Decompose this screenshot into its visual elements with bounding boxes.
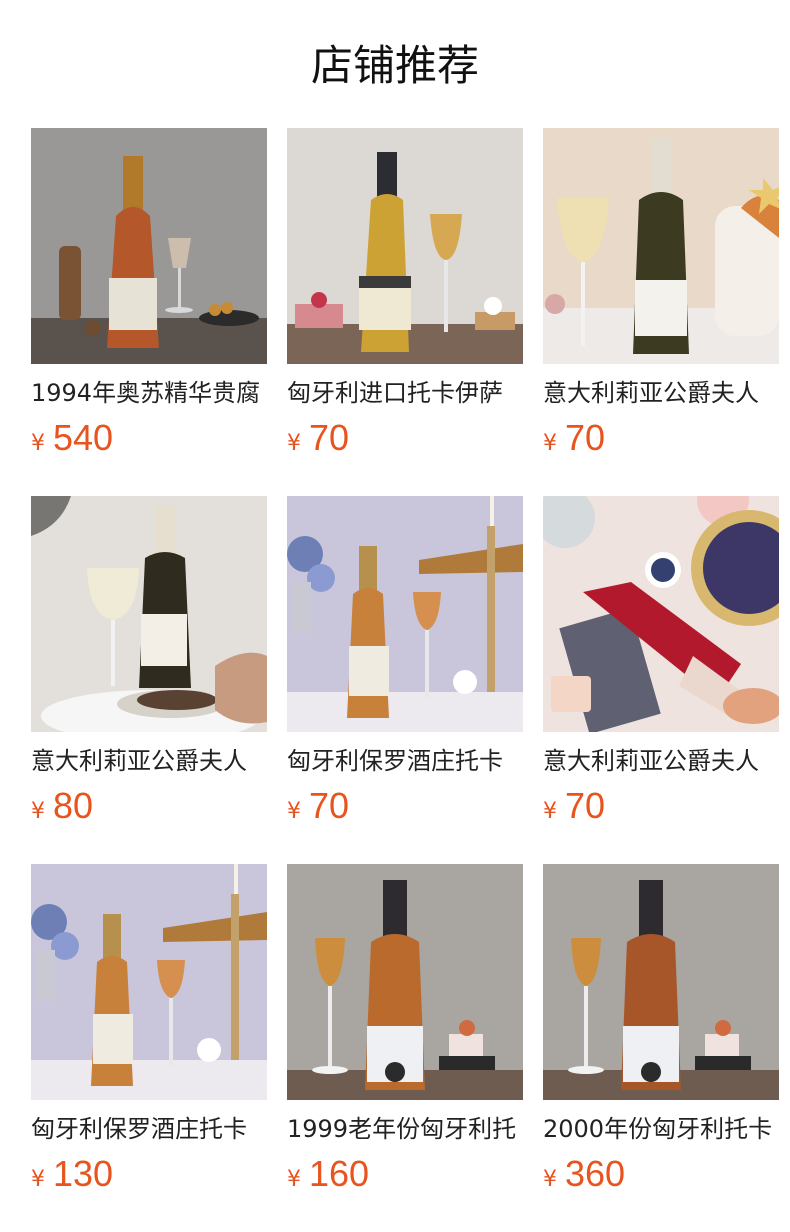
price-amount: 540 [53,417,114,458]
product-image[interactable] [543,864,779,1100]
price-amount: 70 [565,785,606,826]
price-amount: 130 [53,1153,114,1194]
product-name: 意大利莉亚公爵夫人 [31,747,247,775]
product-price: ¥ 70 [287,416,349,460]
product-price: ¥ 80 [31,784,93,828]
product-image[interactable] [287,864,523,1100]
product-card[interactable]: 匈牙利进口托卡伊萨 ¥ 70 [287,128,523,496]
product-card[interactable]: 意大利莉亚公爵夫人 ¥ 70 [543,496,779,864]
currency-symbol: ¥ [31,1167,45,1192]
product-card[interactable]: 意大利莉亚公爵夫人 ¥ 70 [543,128,779,496]
product-image[interactable] [31,864,267,1100]
price-amount: 360 [565,1153,626,1194]
currency-symbol: ¥ [543,799,557,824]
product-name: 匈牙利进口托卡伊萨 [287,379,503,407]
page-title: 店铺推荐 [310,41,479,90]
currency-symbol: ¥ [31,431,45,456]
product-card[interactable]: 匈牙利保罗酒庄托卡 ¥ 130 [31,864,267,1232]
product-image[interactable] [31,128,267,364]
price-amount: 70 [309,417,350,458]
currency-symbol: ¥ [543,1167,557,1192]
currency-symbol: ¥ [287,431,301,456]
product-card[interactable]: 1999老年份匈牙利托 ¥ 160 [287,864,523,1232]
product-image[interactable] [287,496,523,732]
product-price: ¥ 540 [31,416,113,460]
product-card[interactable]: 2000年份匈牙利托卡 ¥ 360 [543,864,779,1232]
product-name: 2000年份匈牙利托卡 [543,1115,773,1143]
product-image[interactable] [287,128,523,364]
product-name: 1994年奥苏精华贵腐 [31,379,261,407]
product-price: ¥ 70 [543,784,605,828]
price-amount: 160 [309,1153,370,1194]
product-image[interactable] [31,496,267,732]
product-name: 意大利莉亚公爵夫人 [543,379,759,407]
product-price: ¥ 160 [287,1152,369,1196]
currency-symbol: ¥ [31,799,45,824]
product-image[interactable] [543,496,779,732]
product-name: 意大利莉亚公爵夫人 [543,747,759,775]
product-price: ¥ 70 [287,784,349,828]
price-amount: 70 [309,785,350,826]
product-card[interactable]: 1994年奥苏精华贵腐 ¥ 540 [31,128,267,496]
product-name: 匈牙利保罗酒庄托卡 [31,1115,247,1143]
product-price: ¥ 360 [543,1152,625,1196]
product-card[interactable]: 意大利莉亚公爵夫人 ¥ 80 [31,496,267,864]
product-name: 匈牙利保罗酒庄托卡 [287,747,503,775]
product-price: ¥ 130 [31,1152,113,1196]
price-amount: 70 [565,417,606,458]
price-amount: 80 [53,785,94,826]
product-image[interactable] [543,128,779,364]
product-card[interactable]: 匈牙利保罗酒庄托卡 ¥ 70 [287,496,523,864]
product-grid: 1994年奥苏精华贵腐 ¥ 540 匈牙利进口托卡伊萨 ¥ 70 意大利莉亚公爵… [31,128,779,1232]
product-price: ¥ 70 [543,416,605,460]
currency-symbol: ¥ [287,799,301,824]
product-name: 1999老年份匈牙利托 [287,1115,517,1143]
store-recommendations-page: 店铺推荐 1994年奥苏精华贵腐 ¥ 540 匈牙利进口托卡伊萨 ¥ 70 意大… [0,0,790,1232]
currency-symbol: ¥ [287,1167,301,1192]
currency-symbol: ¥ [543,431,557,456]
